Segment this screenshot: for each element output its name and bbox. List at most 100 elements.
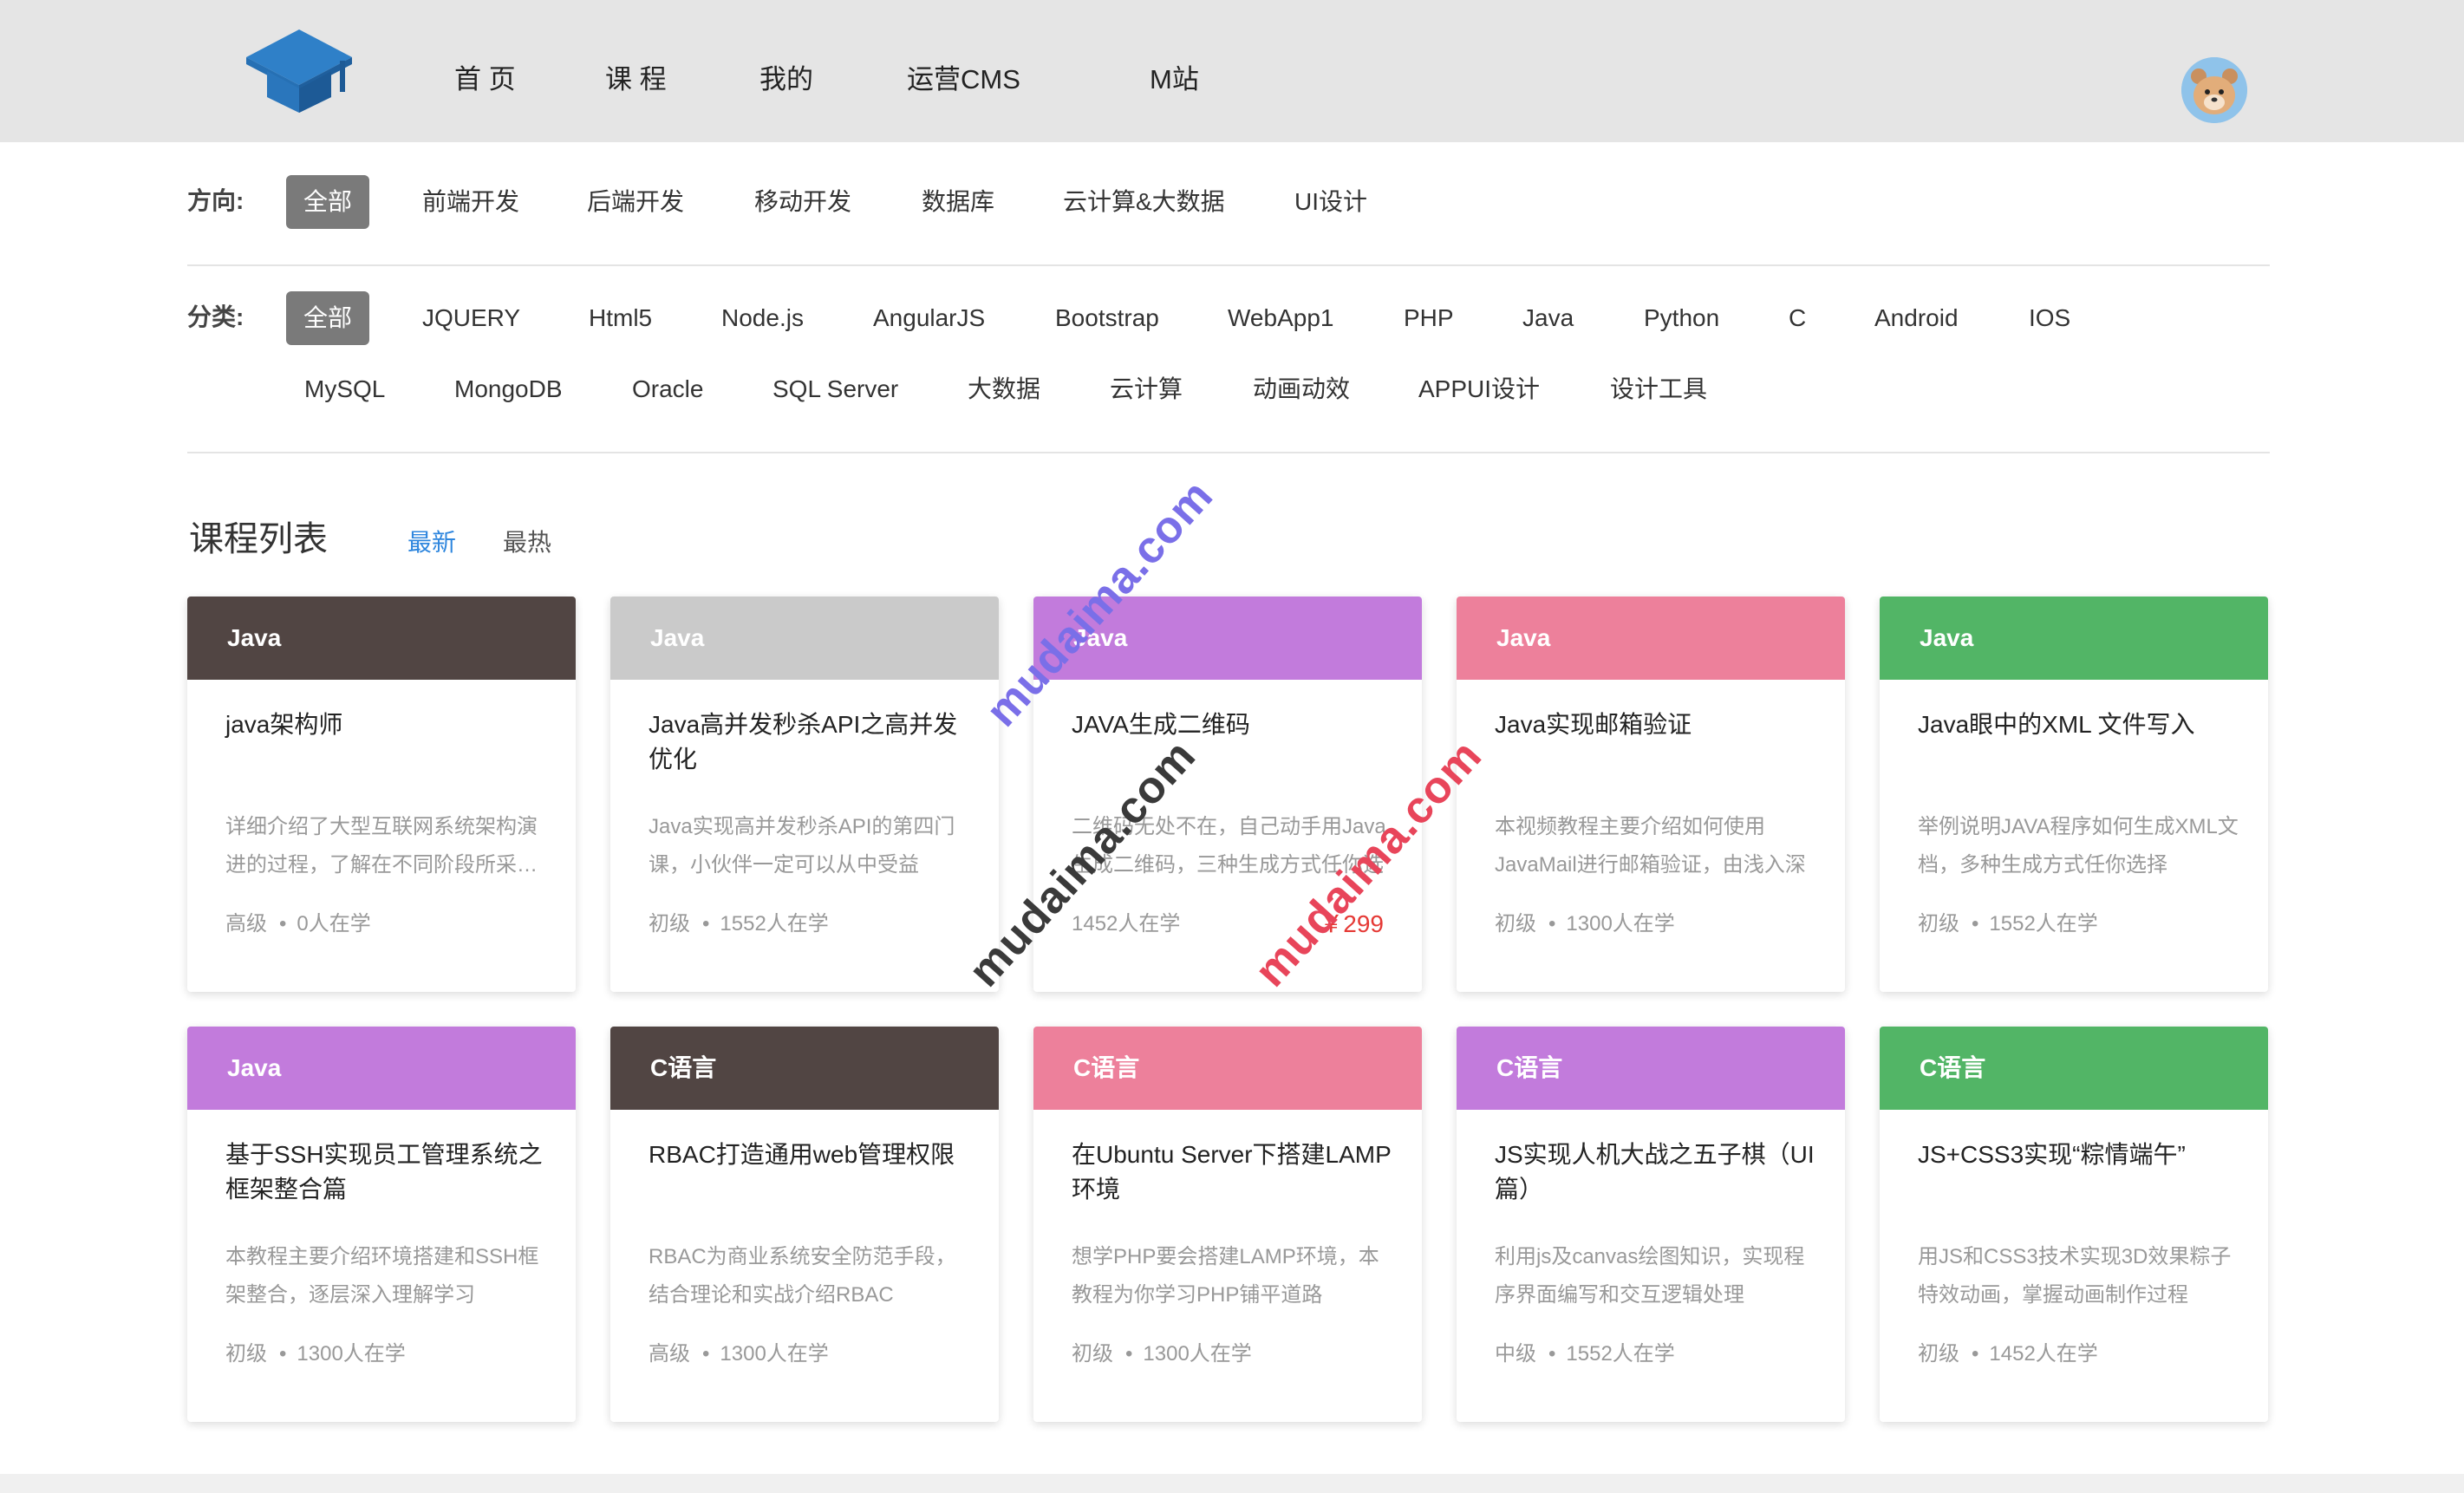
meta-separator-dot: • bbox=[279, 912, 287, 936]
nav-courses[interactable]: 课 程 bbox=[605, 62, 667, 97]
course-card-title[interactable]: Java高并发秒杀API之高并发优化 bbox=[649, 707, 969, 777]
course-card-level: 初级 bbox=[225, 1342, 267, 1366]
direction-option-all[interactable]: 全部 bbox=[286, 175, 369, 229]
category-option-c[interactable]: C bbox=[1789, 301, 1806, 336]
direction-option-frontend[interactable]: 前端开发 bbox=[422, 185, 519, 219]
category-option-android[interactable]: Android bbox=[1874, 301, 1959, 336]
course-card-description: 举例说明JAVA程序如何生成XML文档，多种生成方式任你选择 bbox=[1918, 815, 2239, 877]
course-card[interactable]: C语言 在Ubuntu Server下搭建LAMP环境 想学PHP要会搭建LAMP环… bbox=[1033, 1027, 1422, 1422]
category-option-php[interactable]: PHP bbox=[1404, 301, 1454, 336]
course-card-meta: 初级 • 1552人在学 bbox=[649, 907, 829, 942]
category-option-nodejs[interactable]: Node.js bbox=[721, 301, 804, 336]
course-card[interactable]: Java 基于SSH实现员工管理系统之框架整合篇本教程主要介绍环境搭建和SSH框架… bbox=[187, 1027, 576, 1422]
course-card[interactable]: C语言 RBAC打造通用web管理权限 RBAC为商业系统安全防范手段，结合理论和实… bbox=[610, 1027, 999, 1422]
category-option-design-tools[interactable]: 设计工具 bbox=[1610, 372, 1707, 407]
course-card-description: RBAC为商业系统安全防范手段，结合理论和实战介绍RBAC bbox=[649, 1245, 956, 1307]
category-option-sqlserver[interactable]: SQL Server bbox=[772, 372, 898, 407]
sort-tab-newest[interactable]: 最新 bbox=[407, 525, 456, 560]
course-card-students: 1452人在学 bbox=[1989, 1342, 2098, 1366]
course-card-level: 初级 bbox=[1495, 912, 1536, 936]
filter-divider bbox=[187, 264, 2270, 266]
course-card-level: 初级 bbox=[649, 912, 690, 936]
course-card[interactable]: Java Java高并发秒杀API之高并发优化 Java实现高并发秒杀API的第四门… bbox=[610, 597, 999, 992]
direction-option-backend[interactable]: 后端开发 bbox=[587, 185, 684, 219]
category-filter-label: 分类: bbox=[187, 303, 244, 330]
course-card-category-tag: Java bbox=[1880, 597, 2268, 680]
course-card-title[interactable]: Java眼中的XML 文件写入 bbox=[1918, 707, 2239, 742]
meta-separator-dot: • bbox=[1125, 1342, 1133, 1366]
category-option-cloud[interactable]: 云计算 bbox=[1110, 372, 1183, 407]
category-option-angularjs[interactable]: AngularJS bbox=[873, 301, 985, 336]
category-option-html5[interactable]: Html5 bbox=[589, 301, 652, 336]
top-header: 首 页 课 程 我的 运营CMS M站 bbox=[0, 0, 2464, 142]
course-card-title[interactable]: RBAC打造通用web管理权限 bbox=[649, 1138, 969, 1172]
category-option-ios[interactable]: IOS bbox=[2029, 301, 2070, 336]
category-option-oracle[interactable]: Oracle bbox=[632, 372, 703, 407]
course-card[interactable]: C语言 JS+CSS3实现“粽情端午” 用JS和CSS3技术实现3D效果粽子特效动画… bbox=[1880, 1027, 2268, 1422]
meta-separator-dot: • bbox=[1972, 1342, 1979, 1366]
direction-option-ui[interactable]: UI设计 bbox=[1294, 185, 1367, 219]
course-card-description: 本视频教程主要介绍如何使用JavaMail进行邮箱验证，由浅入深 bbox=[1495, 815, 1806, 877]
course-card[interactable]: C语言 JS实现人机大战之五子棋（UI篇） 利用js及canvas绘图知识，实现程序… bbox=[1457, 1027, 1845, 1422]
meta-separator-dot: • bbox=[1972, 912, 1979, 936]
course-card-students: 1452人在学 bbox=[1072, 912, 1181, 936]
category-option-animation[interactable]: 动画动效 bbox=[1253, 372, 1350, 407]
course-card-title[interactable]: Java实现邮箱验证 bbox=[1495, 707, 1815, 742]
course-card-students: 1300人在学 bbox=[1566, 912, 1675, 936]
course-card-category-tag: C语言 bbox=[610, 1027, 999, 1110]
course-card-students: 1552人在学 bbox=[720, 912, 829, 936]
course-card-students: 0人在学 bbox=[297, 912, 371, 936]
course-card-title[interactable]: JS+CSS3实现“粽情端午” bbox=[1918, 1138, 2239, 1172]
nav-mine[interactable]: 我的 bbox=[759, 62, 813, 97]
course-card[interactable]: Java java架构师 详细介绍了大型互联网系统架构演进的过程，了解在不同阶段所采… bbox=[187, 597, 576, 992]
category-option-bootstrap[interactable]: Bootstrap bbox=[1055, 301, 1159, 336]
category-option-bigdata[interactable]: 大数据 bbox=[968, 372, 1040, 407]
page-bottom-bar bbox=[0, 1474, 2464, 1493]
course-card-description: 用JS和CSS3技术实现3D效果粽子特效动画，掌握动画制作过程 bbox=[1918, 1245, 2232, 1307]
sort-tab-hottest[interactable]: 最热 bbox=[503, 525, 551, 560]
meta-separator-dot: • bbox=[702, 1342, 710, 1366]
direction-option-cloud-bigdata[interactable]: 云计算&大数据 bbox=[1063, 185, 1225, 219]
category-option-all[interactable]: 全部 bbox=[286, 291, 369, 345]
course-list-title: 课程列表 bbox=[189, 520, 328, 558]
course-card[interactable]: Java JAVA生成二维码 二维码无处不在，自己动手用Java生成二维码，三种生成… bbox=[1033, 597, 1422, 992]
nav-home[interactable]: 首 页 bbox=[454, 62, 516, 97]
course-card-category-tag: Java bbox=[187, 1027, 576, 1110]
category-option-java[interactable]: Java bbox=[1522, 301, 1574, 336]
course-card-level: 初级 bbox=[1918, 912, 1959, 936]
category-option-appui[interactable]: APPUI设计 bbox=[1418, 372, 1540, 407]
course-card-meta: 1452人在学 bbox=[1072, 907, 1180, 942]
course-card-meta: 初级 • 1452人在学 bbox=[1918, 1337, 2098, 1372]
user-avatar[interactable] bbox=[2181, 57, 2247, 123]
nav-mobile-site[interactable]: M站 bbox=[1150, 62, 1199, 97]
category-option-mongodb[interactable]: MongoDB bbox=[454, 372, 563, 407]
direction-option-mobile[interactable]: 移动开发 bbox=[754, 185, 851, 219]
nav-cms[interactable]: 运营CMS bbox=[907, 62, 1020, 97]
direction-option-database[interactable]: 数据库 bbox=[922, 185, 994, 219]
course-card-category-tag: C语言 bbox=[1033, 1027, 1422, 1110]
course-card-meta: 初级 • 1300人在学 bbox=[1495, 907, 1675, 942]
course-card-description: 本教程主要介绍环境搭建和SSH框架整合，逐层深入理解学习 bbox=[225, 1245, 539, 1307]
category-divider bbox=[187, 452, 2270, 453]
course-card-students: 1300人在学 bbox=[720, 1342, 829, 1366]
graduation-cap-logo-icon[interactable] bbox=[243, 26, 355, 116]
course-card-category-tag: C语言 bbox=[1880, 1027, 2268, 1110]
course-card-title[interactable]: 基于SSH实现员工管理系统之框架整合篇 bbox=[225, 1138, 546, 1207]
course-card-level: 高级 bbox=[649, 1342, 690, 1366]
course-card-title[interactable]: JAVA生成二维码 bbox=[1072, 707, 1392, 742]
course-card-title[interactable]: JS实现人机大战之五子棋（UI篇） bbox=[1495, 1138, 1815, 1207]
course-card-students: 1552人在学 bbox=[1989, 912, 2098, 936]
bear-avatar-icon bbox=[2181, 57, 2247, 123]
meta-separator-dot: • bbox=[1548, 912, 1556, 936]
course-card-level: 初级 bbox=[1072, 1342, 1113, 1366]
course-card-title[interactable]: java架构师 bbox=[225, 707, 546, 742]
category-option-python[interactable]: Python bbox=[1644, 301, 1719, 336]
course-card[interactable]: Java Java实现邮箱验证 本视频教程主要介绍如何使用JavaMail进行邮箱验… bbox=[1457, 597, 1845, 992]
category-option-jquery[interactable]: JQUERY bbox=[422, 301, 520, 336]
category-option-mysql[interactable]: MySQL bbox=[304, 372, 385, 407]
course-card-title[interactable]: 在Ubuntu Server下搭建LAMP环境 bbox=[1072, 1138, 1392, 1207]
course-card-meta: 初级 • 1300人在学 bbox=[225, 1337, 406, 1372]
course-card-students: 1552人在学 bbox=[1566, 1342, 1675, 1366]
course-card[interactable]: Java Java眼中的XML 文件写入举例说明JAVA程序如何生成XML文档，多… bbox=[1880, 597, 2268, 992]
category-option-webapp1[interactable]: WebApp1 bbox=[1228, 301, 1333, 336]
